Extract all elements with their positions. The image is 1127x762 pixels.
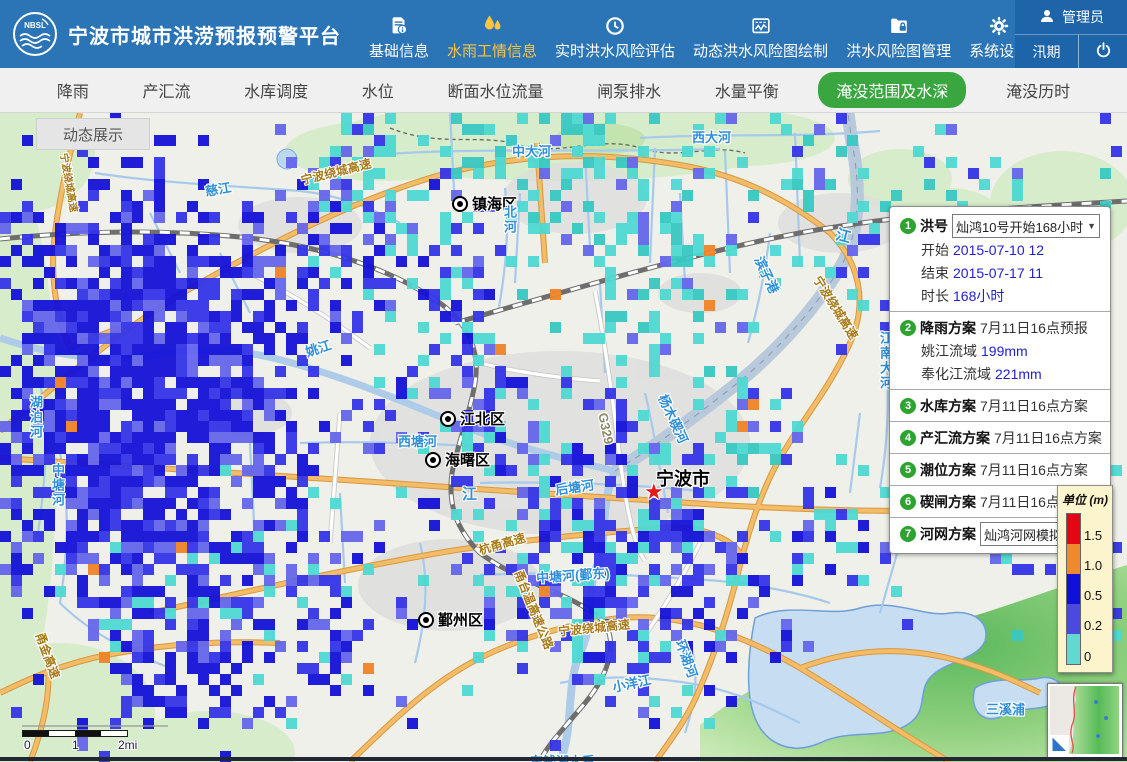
- step-5-badge: 5: [900, 462, 916, 478]
- yaojiang-basin-value: 199mm: [981, 343, 1028, 359]
- legend-title: 单位 (m): [1058, 491, 1112, 508]
- rain-scheme-value: 7月11日16点预报: [980, 318, 1088, 338]
- nav-label: 基础信息: [369, 40, 429, 61]
- start-label: 开始: [921, 240, 949, 260]
- scale-tick: 1: [72, 738, 79, 752]
- username: 管理员: [1062, 7, 1104, 27]
- scalebar-km-line: [22, 725, 168, 727]
- rain-scheme-label: 降雨方案: [920, 318, 976, 338]
- nav-item-water-rain-info[interactable]: 水雨工情信息: [447, 13, 537, 61]
- nav-label: 洪水风险图管理: [846, 40, 951, 61]
- step-2-badge: 2: [900, 320, 916, 336]
- power-icon: [1094, 41, 1113, 63]
- nav-label: 动态洪水风险图绘制: [693, 40, 828, 61]
- reservoir-scheme-value: 7月11日16点方案: [980, 396, 1088, 416]
- gate-scheme-label: 碶闸方案: [920, 492, 976, 512]
- scale-tick: 0: [24, 738, 31, 752]
- duration-value: 168小时: [953, 286, 1004, 306]
- season-mode-button[interactable]: 汛期: [1015, 35, 1078, 68]
- flood-platform-window: NBSL 宁波市城市洪涝预报预警平台 基础信息 水雨工情信息: [0, 0, 1127, 761]
- flood-number-select[interactable]: 灿鸿10号开始168小时▼: [952, 214, 1100, 238]
- tide-scheme-value: 7月11日16点方案: [980, 460, 1088, 480]
- map-scalebar: 0 1 2mi: [22, 725, 172, 752]
- flood-number-label: 洪号: [920, 216, 948, 236]
- nav-item-floodmap-management[interactable]: 洪水风险图管理: [846, 13, 951, 61]
- tab-gate-pump-drainage[interactable]: 闸泵排水: [583, 72, 675, 108]
- legend-tick: 0: [1084, 649, 1091, 664]
- minimap-content: [1050, 686, 1119, 754]
- legend-tick: 1.5: [1084, 528, 1102, 543]
- reservoir-scheme-label: 水库方案: [920, 396, 976, 416]
- depth-legend: 单位 (m) 1.5 1.0 0.5 0.2 0: [1057, 485, 1113, 673]
- nbsl-logo-icon: NBSL: [12, 11, 58, 57]
- tab-water-level[interactable]: 水位: [348, 72, 408, 108]
- nav-label: 实时洪水风险评估: [555, 40, 675, 61]
- chart-window-icon: [750, 13, 772, 37]
- user-icon: [1038, 7, 1056, 28]
- runoff-scheme-value: 7月11日16点方案: [994, 428, 1102, 448]
- tab-runoff[interactable]: 产汇流: [128, 72, 204, 108]
- nav-item-realtime-flood-risk[interactable]: 实时洪水风险评估: [555, 13, 675, 61]
- tab-water-balance[interactable]: 水量平衡: [701, 72, 793, 108]
- tab-inundation-extent-depth[interactable]: 淹没范围及水深: [818, 72, 966, 108]
- nav-item-dynamic-floodmap-drawing[interactable]: 动态洪水风险图绘制: [693, 13, 828, 61]
- map-canvas[interactable]: 镇海区 江北区 海曙区 鄞州区 宁波市 ★ 慈江 中大河 西大河 北河 滨子港 …: [0, 113, 1127, 762]
- main-nav: 基础信息 水雨工情信息 实时洪水风险评估 动态洪水风险图绘制: [369, 1, 1029, 67]
- doc-info-icon: [388, 13, 410, 37]
- legend-tick: 1.0: [1084, 558, 1102, 573]
- fenghuajiang-basin-value: 221mm: [995, 366, 1042, 382]
- scale-tick: 2mi: [118, 738, 137, 752]
- overview-minimap[interactable]: [1047, 683, 1123, 758]
- sub-nav-tabs: 降雨 产汇流 水库调度 水位 断面水位流量 闸泵排水 水量平衡 淹没范围及水深 …: [0, 68, 1127, 113]
- page-title: 宁波市城市洪涝预报预警平台: [68, 20, 341, 49]
- tide-scheme-label: 潮位方案: [920, 460, 976, 480]
- legend-colorbar: [1066, 513, 1081, 665]
- start-value: 2015-07-10 12: [953, 242, 1044, 258]
- step-4-badge: 4: [900, 430, 916, 446]
- step-7-badge: 7: [900, 526, 916, 542]
- chevron-down-icon: ▼: [1087, 221, 1096, 231]
- step-3-badge: 3: [900, 398, 916, 414]
- end-label: 结束: [921, 263, 949, 283]
- tab-rainfall[interactable]: 降雨: [43, 72, 103, 108]
- tab-reservoir-dispatch[interactable]: 水库调度: [230, 72, 322, 108]
- logout-button[interactable]: [1079, 35, 1127, 68]
- legend-tick: 0.5: [1084, 588, 1102, 603]
- nav-label: 水雨工情信息: [447, 40, 537, 61]
- fenghuajiang-basin-label: 奉化江流域: [921, 364, 991, 384]
- step-1-badge: 1: [900, 218, 916, 234]
- water-drops-icon: [480, 13, 504, 37]
- tab-section-stage-flow[interactable]: 断面水位流量: [433, 72, 557, 108]
- yaojiang-basin-label: 姚江流域: [921, 341, 977, 361]
- river-network-scheme-label: 河网方案: [920, 524, 976, 544]
- legend-tick: 0.2: [1084, 618, 1102, 633]
- end-value: 2015-07-17 11: [953, 265, 1043, 281]
- runoff-scheme-label: 产汇流方案: [920, 428, 990, 448]
- user-menu[interactable]: 管理员: [1015, 0, 1127, 34]
- dynamic-display-button[interactable]: 动态展示: [36, 118, 150, 150]
- step-6-badge: 6: [900, 494, 916, 510]
- nav-item-basic-info[interactable]: 基础信息: [369, 13, 429, 61]
- gear-icon: [988, 13, 1010, 37]
- folder-lock-icon: [888, 13, 910, 37]
- duration-label: 时长: [921, 286, 949, 306]
- clock-icon: [604, 13, 626, 37]
- app-header: NBSL 宁波市城市洪涝预报预警平台 基础信息 水雨工情信息: [0, 0, 1127, 68]
- scalebar-bar: [22, 730, 128, 737]
- account-bottom-row: 汛期: [1015, 35, 1127, 68]
- bottom-edge-strip: [0, 757, 1127, 761]
- account-block: 管理员 汛期: [1015, 0, 1127, 68]
- tab-inundation-duration[interactable]: 淹没历时: [992, 72, 1084, 108]
- svg-text:NBSL: NBSL: [24, 21, 46, 30]
